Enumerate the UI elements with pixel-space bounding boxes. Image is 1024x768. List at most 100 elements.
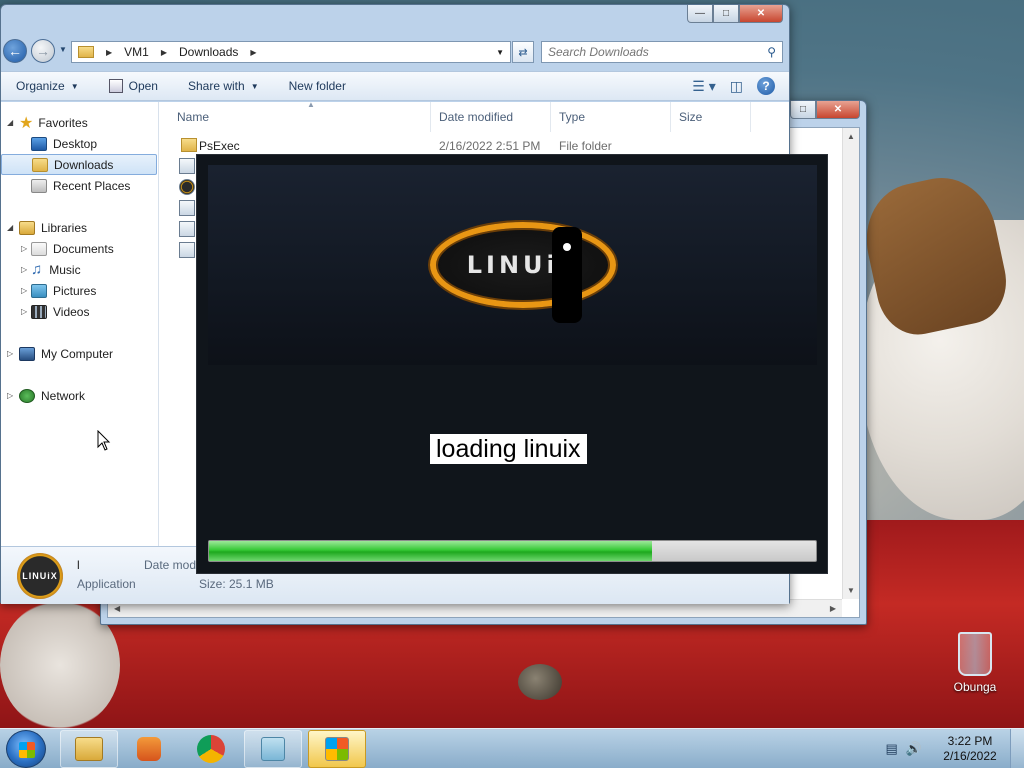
start-button[interactable] (6, 730, 46, 768)
column-header-size[interactable]: Size (671, 102, 751, 132)
desktop-icon (31, 136, 47, 151)
nav-item-videos[interactable]: ▷ Videos (1, 301, 158, 322)
nav-item-label: Downloads (54, 157, 114, 172)
installer-icon[interactable] (179, 221, 195, 237)
column-headers: ▲ Name Date modified Type Size (169, 100, 789, 132)
show-desktop-button[interactable] (1010, 729, 1024, 768)
scroll-right-icon[interactable]: ▶ (830, 604, 836, 613)
clock[interactable]: 3:22 PM 2/16/2022 (930, 734, 1010, 764)
address-dropdown-icon[interactable]: ▼ (496, 48, 504, 57)
details-file-size: Size: 25.1 MB (199, 577, 274, 591)
archive-icon[interactable] (179, 200, 195, 216)
archive-icon[interactable] (179, 242, 195, 258)
network-status-icon[interactable]: ▤ (886, 741, 898, 757)
view-options-icon[interactable]: ☰ ▾ (692, 78, 715, 95)
volume-icon[interactable]: 🔊 (906, 741, 922, 757)
nav-item-label: Network (41, 388, 86, 403)
nav-item-music[interactable]: ▷ ♫ Music (1, 259, 158, 280)
loading-message: loading linuix (430, 434, 587, 464)
recent-places-icon (31, 178, 47, 193)
videos-icon (31, 304, 47, 319)
scroll-left-icon[interactable]: ◀ (114, 604, 120, 613)
file-date: 2/16/2022 2:51 PM (439, 138, 541, 153)
scroll-up-icon[interactable]: ▲ (847, 132, 855, 141)
close-button[interactable]: ✕ (739, 5, 783, 23)
nav-item-desktop[interactable]: Desktop (1, 133, 158, 154)
mouse-pointer-icon (97, 430, 111, 451)
open-button[interactable]: Open (94, 79, 173, 93)
chevron-right-icon: ▶ (160, 47, 167, 57)
taskbar-notepad[interactable] (244, 730, 302, 768)
vertical-scrollbar[interactable]: ▲ ▼ (842, 128, 859, 599)
recycle-bin-icon (958, 632, 992, 676)
search-icon[interactable]: ⚲ (767, 45, 776, 59)
table-row[interactable]: PsExec 2/16/2022 2:51 PM File folder (169, 135, 789, 156)
close-button[interactable]: ✕ (816, 101, 860, 119)
forward-button[interactable]: → (31, 39, 55, 63)
taskbar-media-player[interactable] (120, 730, 178, 768)
column-header-name[interactable]: Name (169, 102, 431, 132)
taskbar-chrome[interactable] (182, 730, 240, 768)
restore-button[interactable]: □ (790, 101, 816, 119)
collapse-icon[interactable]: ▷ (21, 307, 27, 316)
nav-item-label: My Computer (41, 346, 114, 361)
loading-splash-window[interactable]: LINUiX loading linuix (196, 154, 828, 574)
back-button[interactable]: ← (3, 39, 27, 63)
chevron-down-icon: ▼ (250, 81, 259, 91)
maximize-button[interactable]: □ (713, 5, 739, 23)
progress-fill (209, 541, 653, 561)
share-with-button[interactable]: Share with ▼ (173, 79, 274, 93)
command-bar: Organize ▼ Open Share with ▼ New folder … (1, 71, 789, 101)
column-header-label: Size (679, 110, 703, 124)
expand-icon[interactable]: ◢ (7, 118, 13, 127)
nav-item-network[interactable]: ▷ Network (1, 385, 158, 406)
nav-item-recent-places[interactable]: Recent Places (1, 175, 158, 196)
linuix-app-icon[interactable] (179, 179, 195, 195)
refresh-button[interactable]: ⇄ (512, 41, 534, 63)
navigation-pane: ◢ ★ Favorites Desktop Downloads Recent P… (1, 102, 159, 546)
desktop-icon-recycle-bin[interactable]: Obunga (944, 632, 1006, 694)
nav-item-documents[interactable]: ▷ Documents (1, 238, 158, 259)
chevron-right-icon: ▶ (250, 47, 257, 57)
search-box[interactable]: ⚲ (541, 41, 783, 63)
taskbar-explorer[interactable] (60, 730, 118, 768)
nav-item-label: Favorites (38, 115, 88, 130)
nav-item-downloads[interactable]: Downloads (1, 154, 157, 175)
nav-item-label: Documents (53, 241, 114, 256)
chevron-right-icon: ▶ (106, 47, 113, 57)
search-input[interactable] (542, 42, 752, 62)
preview-pane-icon[interactable]: ◫ (730, 78, 743, 95)
collapse-icon[interactable]: ▷ (21, 244, 27, 253)
app-window-icon (325, 737, 349, 761)
nav-item-my-computer[interactable]: ▷ My Computer (1, 343, 158, 364)
nav-item-favorites[interactable]: ◢ ★ Favorites (1, 112, 158, 133)
file-icon[interactable] (179, 158, 195, 174)
address-bar[interactable]: ▶ VM1 ▶ Downloads ▶ ▼ (71, 41, 511, 63)
collapse-icon[interactable]: ▷ (7, 391, 13, 400)
nav-item-libraries[interactable]: ◢ Libraries (1, 217, 158, 238)
expand-icon[interactable]: ◢ (7, 223, 13, 232)
nav-item-pictures[interactable]: ▷ Pictures (1, 280, 158, 301)
breadcrumb-item[interactable]: Downloads (179, 45, 238, 59)
help-icon[interactable]: ? (757, 77, 775, 95)
minimize-button[interactable]: — (687, 5, 713, 23)
new-folder-button[interactable]: New folder (274, 79, 361, 93)
collapse-icon[interactable]: ▷ (7, 349, 13, 358)
column-header-date-modified[interactable]: Date modified (431, 102, 551, 132)
system-tray: ▤ 🔊 3:22 PM 2/16/2022 (886, 729, 1024, 768)
collapse-icon[interactable]: ▷ (21, 286, 27, 295)
organize-button[interactable]: Organize ▼ (1, 79, 94, 93)
column-header-label: Type (559, 110, 586, 124)
scroll-down-icon[interactable]: ▼ (847, 586, 855, 595)
breadcrumb-item[interactable]: VM1 (124, 45, 149, 59)
column-header-type[interactable]: Type (551, 102, 671, 132)
recent-pages-dropdown[interactable]: ▼ (59, 45, 67, 54)
splash-banner: LINUiX (208, 165, 817, 365)
computer-icon (19, 346, 35, 361)
arrow-left-icon: ← (8, 43, 22, 59)
downloads-folder-icon (32, 157, 48, 172)
taskbar-linuix-app[interactable] (308, 730, 366, 768)
collapse-icon[interactable]: ▷ (21, 265, 27, 274)
